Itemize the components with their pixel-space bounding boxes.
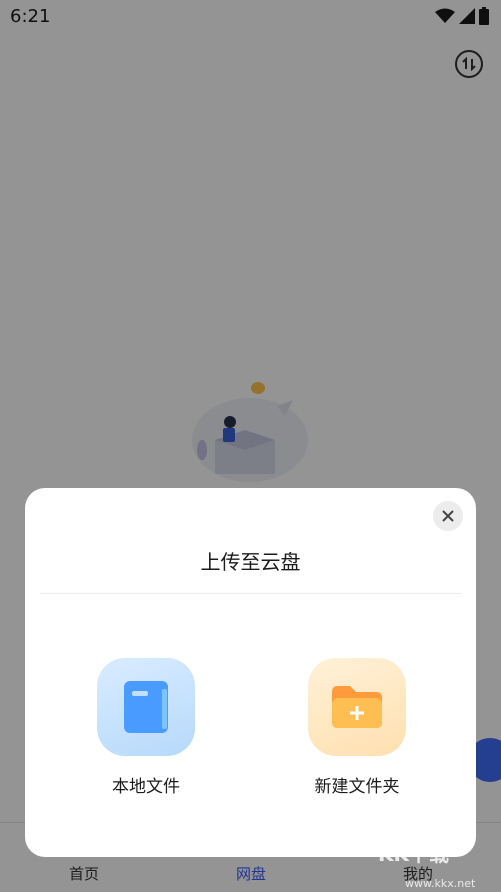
close-button[interactable] [433, 501, 463, 531]
watermark-url: www.kkx.net [405, 877, 476, 890]
local-file-tile[interactable] [97, 658, 195, 756]
close-icon [442, 510, 454, 522]
local-file-label: 本地文件 [112, 777, 180, 797]
new-folder-label: 新建文件夹 [314, 777, 400, 797]
new-folder-option[interactable]: 新建文件夹 [277, 658, 437, 797]
sheet-title: 上传至云盘 [200, 550, 301, 574]
sheet-divider [40, 593, 461, 594]
local-file-icon [124, 681, 168, 733]
upload-sheet: 上传至云盘 本地文件 新建文件夹 [25, 488, 476, 857]
watermark: KK下载 [378, 842, 449, 866]
new-folder-tile[interactable] [308, 658, 406, 756]
local-file-option[interactable]: 本地文件 [66, 658, 226, 797]
new-folder-icon [332, 686, 382, 728]
